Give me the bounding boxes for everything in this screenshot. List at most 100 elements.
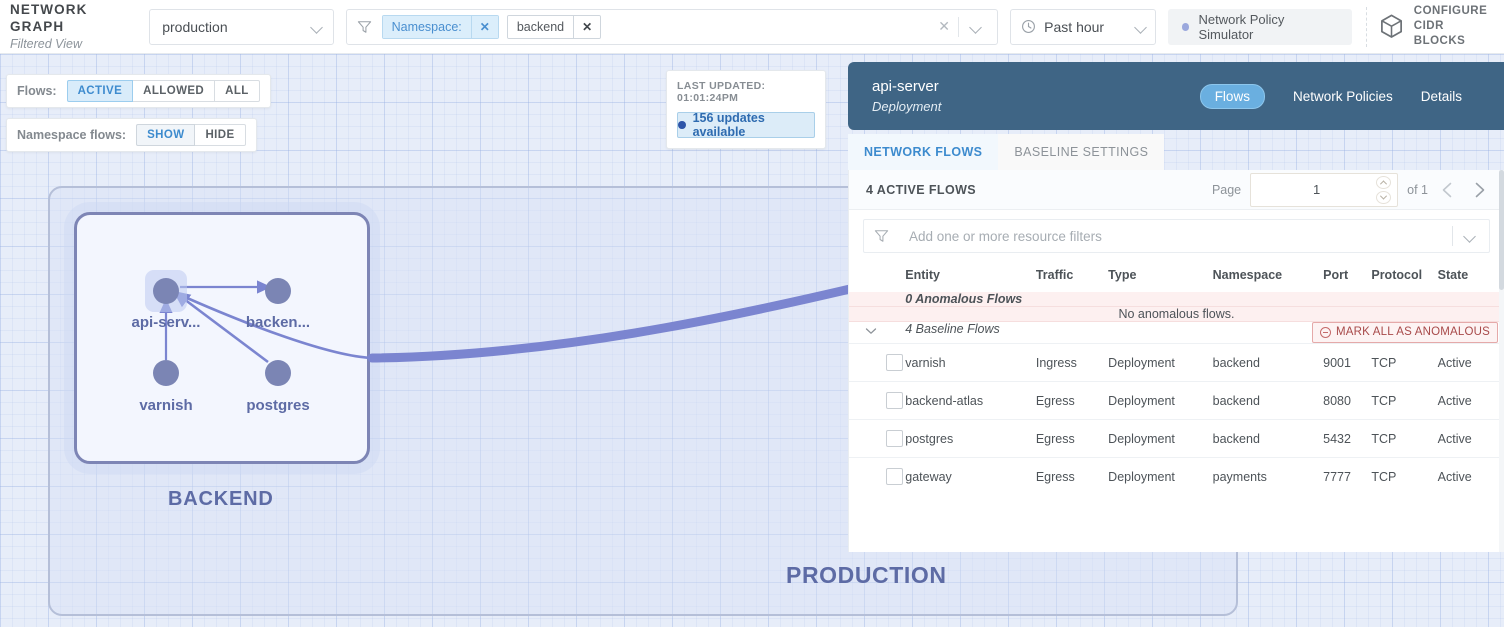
column-entity[interactable]: Entity — [905, 262, 1036, 292]
graph-node-varnish[interactable] — [153, 360, 179, 386]
table-header-row: Entity Traffic Type Namespace Port Proto… — [849, 262, 1504, 292]
network-flows-table: Entity Traffic Type Namespace Port Proto… — [849, 262, 1504, 495]
active-flows-count: 4 ACTIVE FLOWS — [866, 182, 977, 197]
resource-filter-expand-button[interactable] — [1453, 230, 1487, 242]
filter-expand-button[interactable] — [959, 21, 993, 33]
chevron-down-icon — [1135, 21, 1147, 33]
network-policy-simulator-label: Network Policy Simulator — [1198, 11, 1285, 42]
update-dot-icon — [678, 121, 686, 129]
cell-state: Active — [1437, 393, 1472, 408]
page-label: Page — [1211, 182, 1242, 197]
cell-port: 9001 — [1323, 355, 1351, 370]
cell-entity: gateway — [905, 469, 952, 484]
clear-filters-button[interactable]: ✕ — [930, 18, 958, 35]
page-stepper-down[interactable] — [1376, 190, 1392, 204]
cluster-select-value: production — [162, 18, 228, 35]
flows-toggle-caption: Flows: — [17, 84, 57, 98]
cell-namespace: backend — [1212, 355, 1260, 370]
cell-state: Active — [1437, 355, 1472, 370]
filter-chip-namespace-value[interactable]: backend ✕ — [506, 14, 602, 39]
graph-node-label-backend-atlas: backen... — [245, 314, 311, 331]
flows-option-all[interactable]: ALL — [214, 80, 260, 102]
panel-tab-list: Flows Network Policies Details — [1199, 83, 1462, 109]
row-checkbox[interactable] — [886, 354, 903, 371]
pagination-controls: Page 1 of 1 — [1211, 172, 1490, 207]
chevron-down-icon — [970, 21, 982, 33]
filter-bar[interactable]: Namespace: ✕ backend ✕ ✕ — [345, 8, 999, 45]
namespace-flows-option-hide[interactable]: HIDE — [194, 124, 246, 146]
baseline-group-row[interactable]: MARK ALL AS ANOMALOUS 4 Baseline Flows — [849, 321, 1504, 344]
filter-funnel-icon — [874, 230, 889, 242]
flows-option-active[interactable]: ACTIVE — [66, 80, 134, 102]
page-number-input[interactable]: 1 — [1250, 172, 1399, 207]
sub-tab-network-flows[interactable]: NETWORK FLOWS — [848, 134, 999, 170]
column-port[interactable]: Port — [1323, 262, 1371, 292]
panel-header: api-server Deployment Flows Network Poli… — [848, 62, 1504, 130]
updates-available-button[interactable]: 156 updates available — [677, 111, 815, 139]
cell-port: 7777 — [1323, 469, 1351, 484]
table-row[interactable]: varnish Ingress Deployment backend 9001 … — [849, 343, 1504, 382]
row-checkbox[interactable] — [886, 392, 903, 409]
graph-node-backend-atlas[interactable] — [265, 278, 291, 304]
cluster-select[interactable]: production — [149, 8, 334, 45]
table-row[interactable]: backend-atlas Egress Deployment backend … — [849, 381, 1504, 420]
page-stepper[interactable] — [1376, 175, 1392, 204]
namespace-flows-option-show[interactable]: SHOW — [136, 124, 196, 146]
column-protocol[interactable]: Protocol — [1371, 262, 1437, 292]
network-policy-simulator-button[interactable]: Network Policy Simulator — [1167, 8, 1352, 45]
mark-all-as-anomalous-button[interactable]: MARK ALL AS ANOMALOUS — [1312, 322, 1498, 343]
cell-port: 8080 — [1323, 393, 1351, 408]
chevron-left-icon[interactable] — [1437, 179, 1459, 201]
cell-state: Active — [1437, 431, 1472, 446]
cell-state: Active — [1437, 469, 1472, 484]
tab-details[interactable]: Details — [1421, 89, 1462, 104]
graph-node-api-server[interactable] — [153, 278, 179, 304]
cell-entity: backend-atlas — [905, 393, 984, 408]
row-checkbox[interactable] — [886, 468, 903, 485]
cell-namespace: backend — [1212, 431, 1260, 446]
cell-protocol: TCP — [1371, 431, 1397, 446]
cidr-line-2: CIDR BLOCKS — [1413, 19, 1466, 48]
close-icon[interactable]: ✕ — [470, 15, 498, 38]
cell-traffic: Egress — [1035, 431, 1075, 446]
table-row[interactable]: postgres Egress Deployment backend 5432 … — [849, 419, 1504, 458]
panel-entity-name: api-server — [872, 78, 939, 96]
graph-node-postgres[interactable] — [265, 360, 291, 386]
close-icon[interactable]: ✕ — [573, 15, 601, 38]
resource-filter-input[interactable]: Add one or more resource filters — [863, 219, 1490, 253]
cell-type: Deployment — [1108, 431, 1175, 446]
flows-toggle-card: Flows: ACTIVE ALLOWED ALL — [6, 74, 271, 108]
cube-icon — [1380, 14, 1402, 38]
page-stepper-up[interactable] — [1376, 175, 1392, 189]
tab-flows[interactable]: Flows — [1199, 83, 1265, 109]
column-state[interactable]: State — [1438, 262, 1504, 292]
cell-namespace: payments — [1212, 469, 1267, 484]
minus-circle-icon — [1320, 327, 1332, 338]
configure-cidr-blocks-button[interactable]: CONFIGURE CIDR BLOCKS — [1379, 4, 1504, 50]
graph-node-label-varnish: varnish — [139, 397, 193, 414]
chevron-right-icon[interactable] — [1468, 179, 1490, 201]
cell-protocol: TCP — [1371, 355, 1397, 370]
select-all-column — [849, 262, 905, 292]
table-row[interactable]: gateway Egress Deployment payments 7777 … — [849, 457, 1504, 496]
baseline-collapse-toggle[interactable] — [849, 322, 905, 344]
flows-segmented-control: ACTIVE ALLOWED ALL — [66, 80, 260, 102]
time-range-select[interactable]: Past hour — [1010, 8, 1156, 45]
panel-scrollbar-thumb[interactable] — [1499, 170, 1504, 290]
column-type[interactable]: Type — [1108, 262, 1212, 292]
column-namespace[interactable]: Namespace — [1213, 262, 1324, 292]
row-checkbox[interactable] — [886, 430, 903, 447]
page-number-value: 1 — [1313, 182, 1321, 197]
namespace-flows-caption: Namespace flows: — [17, 128, 127, 142]
chevron-down-icon — [1464, 230, 1476, 242]
anomalous-group-row[interactable]: 0 Anomalous Flows — [849, 292, 1504, 307]
filter-chip-label: backend — [507, 15, 574, 38]
flows-option-allowed[interactable]: ALLOWED — [132, 80, 216, 102]
namespace-flows-segmented-control: SHOW HIDE — [136, 124, 246, 146]
filter-chip-namespace-key[interactable]: Namespace: ✕ — [381, 14, 499, 39]
cell-entity: postgres — [905, 431, 954, 446]
column-traffic[interactable]: Traffic — [1036, 262, 1108, 292]
tab-network-policies[interactable]: Network Policies — [1293, 89, 1393, 104]
cell-entity: varnish — [905, 355, 946, 370]
sub-tab-baseline-settings[interactable]: BASELINE SETTINGS — [998, 134, 1165, 170]
